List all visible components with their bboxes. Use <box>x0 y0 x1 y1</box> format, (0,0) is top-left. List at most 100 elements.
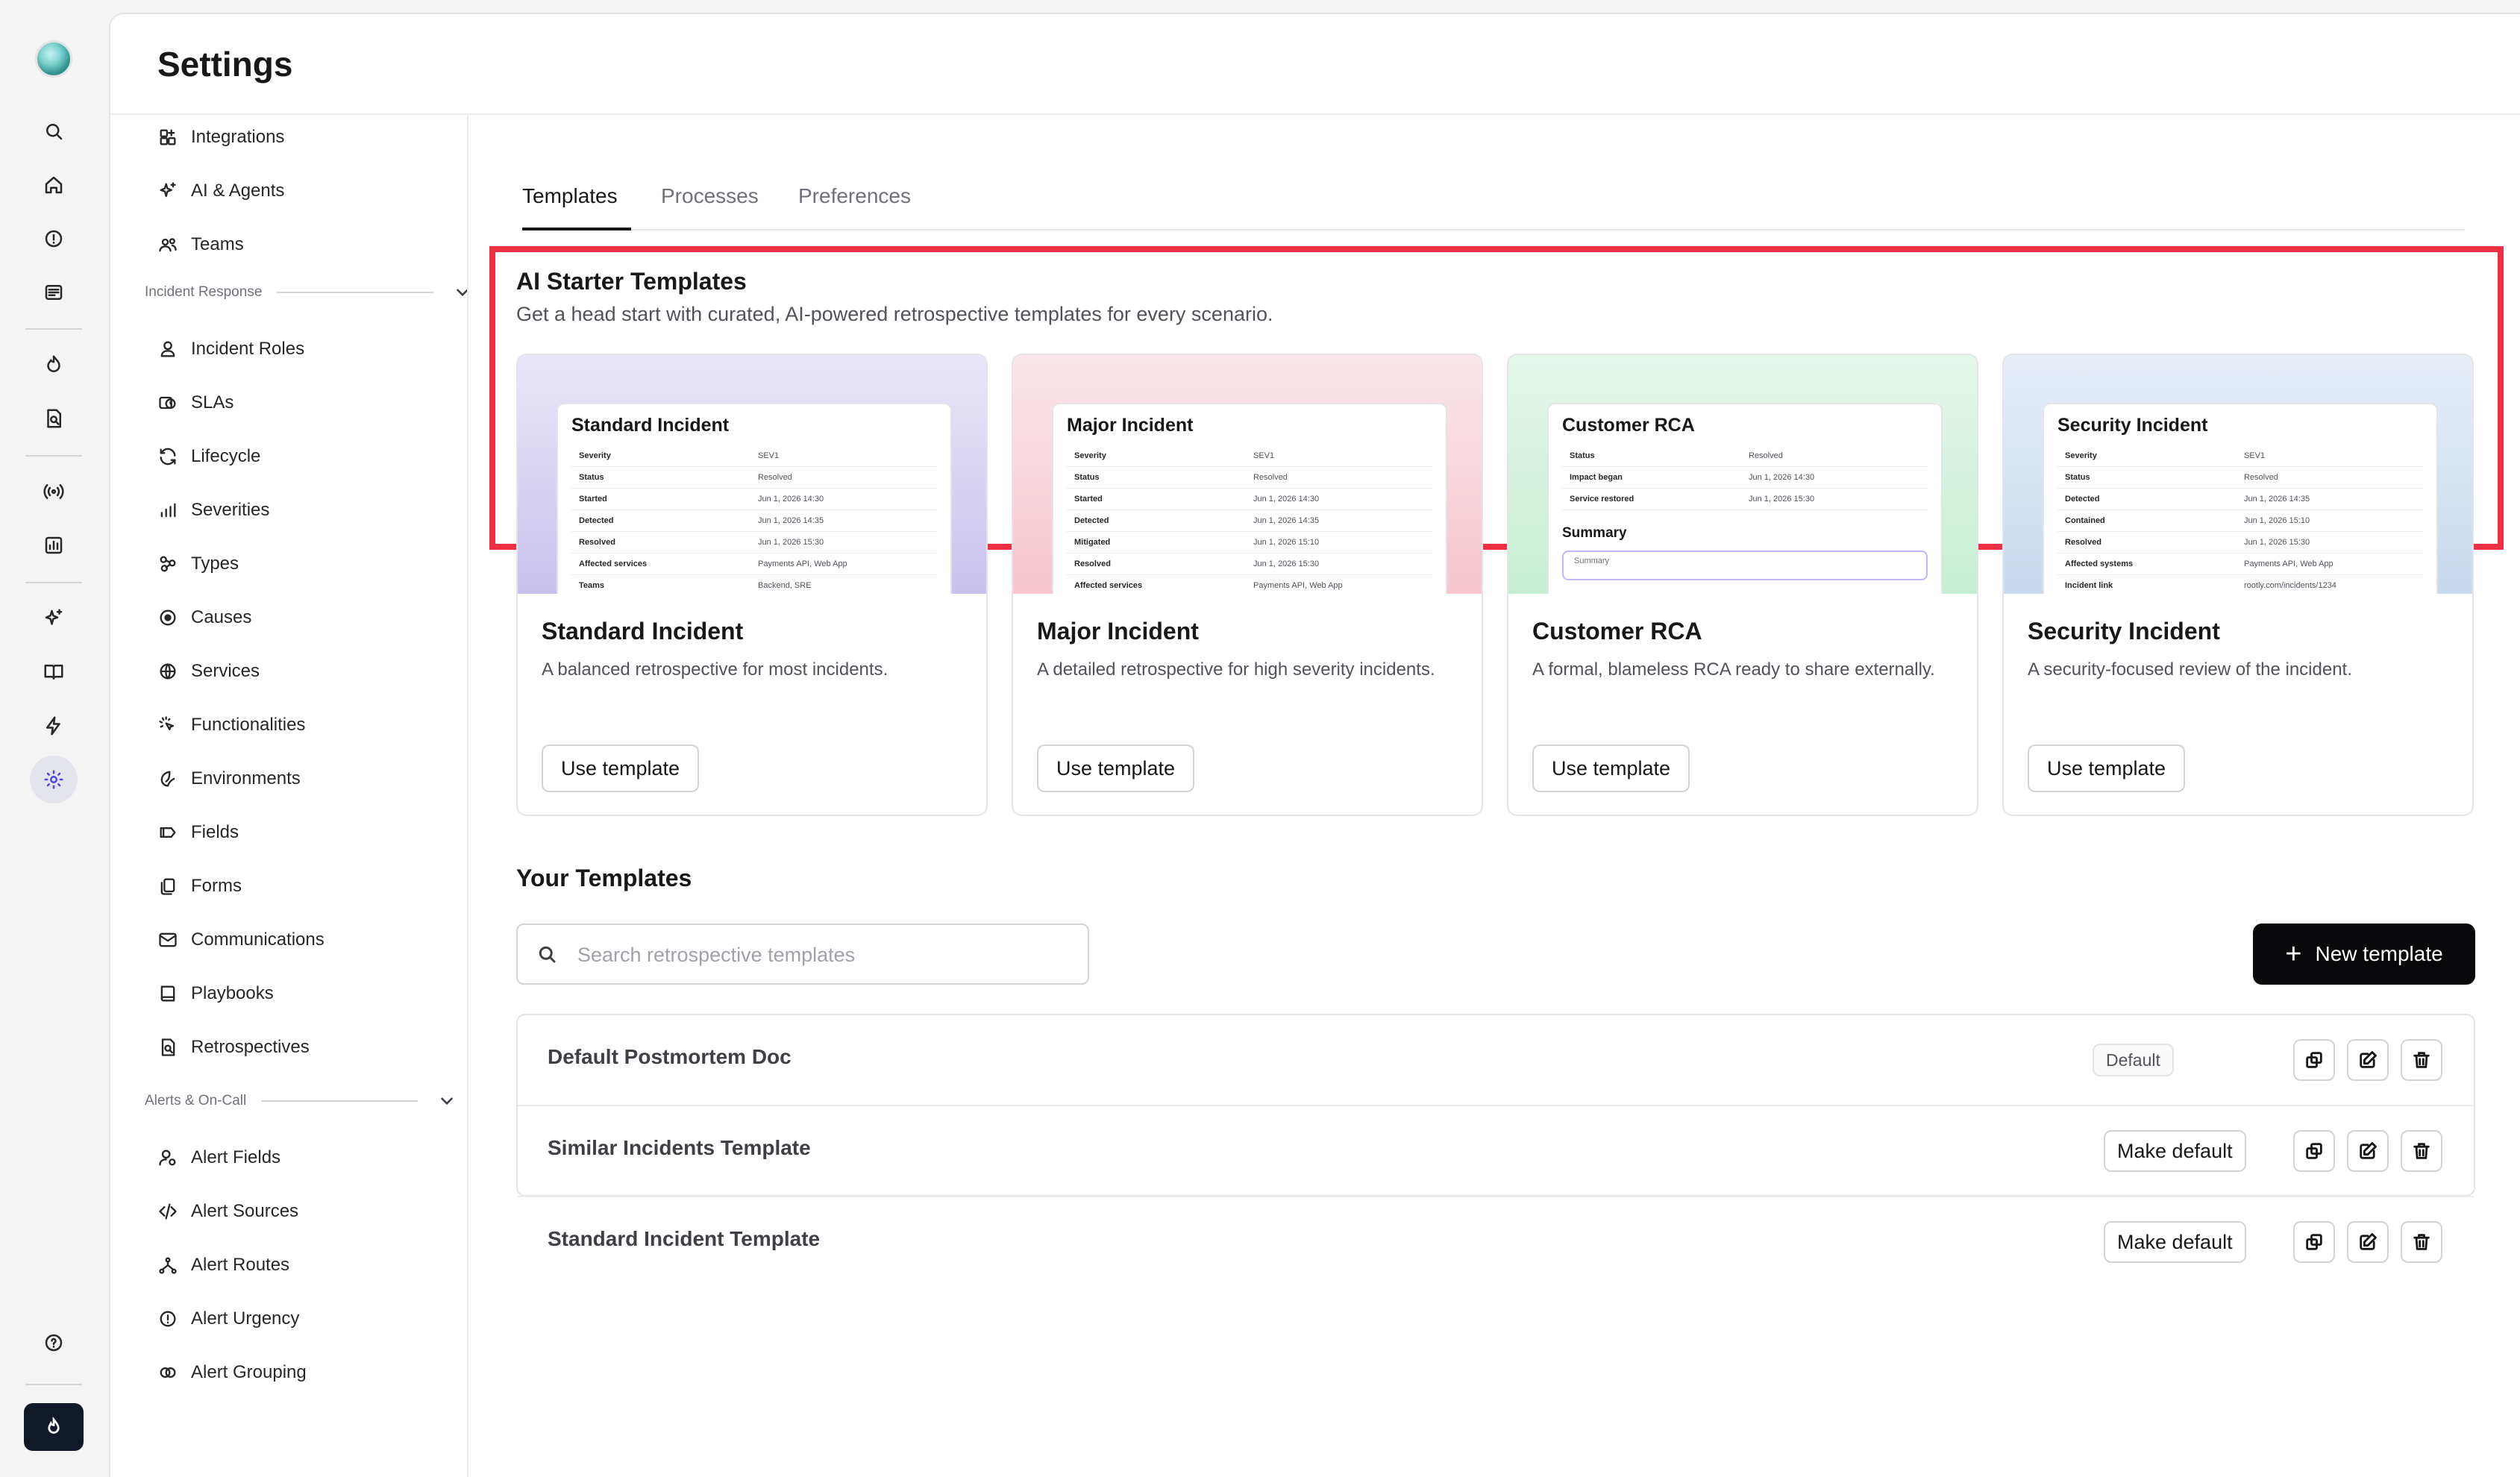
sidebar-item-lifecycle[interactable]: Lifecycle <box>155 436 467 477</box>
sidebar-item-label: Alert Sources <box>191 1201 299 1221</box>
edit-icon[interactable] <box>2347 1221 2389 1263</box>
preview-key: Service restored <box>1570 495 1634 504</box>
plus-icon: + <box>2285 938 2302 970</box>
trash-icon[interactable] <box>2401 1130 2442 1172</box>
preview-key: Started <box>579 495 607 504</box>
sidebar-section-header[interactable]: Incident Response <box>145 277 467 307</box>
preview-value: Jun 1, 2026 15:30 <box>758 538 824 547</box>
edit-icon[interactable] <box>2347 1130 2389 1172</box>
preview-summary-label: Summary <box>1562 525 1627 541</box>
sidebar-item-incident-roles[interactable]: Incident Roles <box>155 328 467 370</box>
sidebar-item-alert-sources[interactable]: Alert Sources <box>155 1191 467 1232</box>
sidebar-item-label: Alert Urgency <box>191 1308 300 1329</box>
sidebar-item-alert-grouping[interactable]: Alert Grouping <box>155 1352 467 1393</box>
sparkle-icon[interactable] <box>36 600 72 636</box>
sidebar-item-alert-fields[interactable]: Alert Fields <box>155 1137 467 1179</box>
leaf-icon <box>155 766 181 791</box>
duplicate-icon[interactable] <box>2293 1130 2335 1172</box>
sidebar-item-alert-routes[interactable]: Alert Routes <box>155 1244 467 1286</box>
sidebar-item-ai-agents[interactable]: AI & Agents <box>155 170 467 212</box>
book-icon[interactable] <box>36 654 72 690</box>
preview-row: Resolved Jun 1, 2026 15:30 <box>2057 532 2423 554</box>
list-card-icon[interactable] <box>36 275 72 310</box>
preview-row: Status Resolved <box>1067 467 1432 489</box>
lightning-icon[interactable] <box>36 708 72 744</box>
trash-icon[interactable] <box>2401 1039 2442 1081</box>
broadcast-icon[interactable] <box>36 474 72 509</box>
sidebar-item-environments[interactable]: Environments <box>155 758 467 800</box>
sidebar-item-label: Alert Routes <box>191 1255 290 1275</box>
card-description: A security-focused review of the inciden… <box>2028 659 2352 680</box>
tab-templates[interactable]: Templates <box>522 184 618 208</box>
workspace-logo[interactable] <box>35 40 72 78</box>
sidebar-item-retrospectives[interactable]: Retrospectives <box>155 1026 467 1068</box>
help-icon[interactable] <box>36 1325 72 1361</box>
sidebar-item-services[interactable]: Services <box>155 650 467 692</box>
preview-row: Started Jun 1, 2026 14:30 <box>571 489 937 510</box>
sidebar-item-alert-urgency[interactable]: Alert Urgency <box>155 1298 467 1340</box>
sidebar-item-fields[interactable]: Fields <box>155 812 467 853</box>
tab-preferences[interactable]: Preferences <box>798 184 911 208</box>
card-description: A balanced retrospective for most incide… <box>542 659 888 680</box>
use-template-button[interactable]: Use template <box>542 744 700 792</box>
search-icon <box>536 943 560 967</box>
search-input[interactable] <box>577 940 1055 970</box>
use-template-button[interactable]: Use template <box>2028 744 2186 792</box>
preview-value: Resolved <box>758 473 792 482</box>
table-row[interactable]: Similar Incidents Template Make default <box>518 1106 2474 1197</box>
sidebar-item-label: Functionalities <box>191 715 306 735</box>
preview-value: Jun 1, 2026 14:30 <box>1749 473 1815 482</box>
user-cog-icon <box>155 1145 181 1170</box>
use-template-button[interactable]: Use template <box>1037 744 1195 792</box>
sidebar-item-communications[interactable]: Communications <box>155 919 467 961</box>
retrospective-doc-icon[interactable] <box>36 401 72 436</box>
search-icon[interactable] <box>36 113 72 149</box>
chevron-down-icon <box>437 1091 457 1111</box>
preview-value: Jun 1, 2026 15:10 <box>2244 516 2310 525</box>
make-default-button[interactable]: Make default <box>2104 1130 2246 1172</box>
duplicate-icon[interactable] <box>2293 1221 2335 1263</box>
preview-value: Payments API, Web App <box>2244 559 2333 568</box>
gear-icon[interactable] <box>30 756 78 803</box>
tab-processes[interactable]: Processes <box>661 184 759 208</box>
icon-rail <box>0 0 107 1477</box>
sidebar-section-header[interactable]: Alerts & On-Call <box>145 1086 467 1116</box>
sidebar-item-forms[interactable]: Forms <box>155 865 467 907</box>
make-default-button[interactable]: Make default <box>2104 1221 2246 1263</box>
table-row[interactable]: Standard Incident Template Make default <box>518 1197 2474 1288</box>
incident-shield-icon[interactable] <box>36 221 72 257</box>
rail-divider <box>25 328 82 330</box>
table-row[interactable]: Default Postmortem Doc Default <box>518 1015 2474 1106</box>
logo-flame-icon[interactable] <box>24 1403 84 1451</box>
preview-row: Detected Jun 1, 2026 14:35 <box>571 510 937 532</box>
edit-icon[interactable] <box>2347 1039 2389 1081</box>
sidebar-item-playbooks[interactable]: Playbooks <box>155 973 467 1015</box>
new-template-button[interactable]: + New template <box>2253 923 2475 985</box>
sidebar-item-slas[interactable]: SLAs <box>155 382 467 424</box>
card-title: Customer RCA <box>1532 618 1702 645</box>
trash-icon[interactable] <box>2401 1221 2442 1263</box>
section-divider <box>261 1100 419 1102</box>
sidebar-item-teams[interactable]: Teams <box>155 224 467 266</box>
sidebar-item-functionalities[interactable]: Functionalities <box>155 704 467 746</box>
use-template-button[interactable]: Use template <box>1532 744 1690 792</box>
sidebar-item-types[interactable]: Types <box>155 543 467 585</box>
target-icon <box>155 605 181 630</box>
preview-row: Affected services Payments API, Web App <box>1067 575 1432 594</box>
home-icon[interactable] <box>36 167 72 203</box>
sidebar-item-integrations[interactable]: Integrations <box>155 116 467 158</box>
preview-key: Status <box>1074 473 1100 482</box>
chart-icon[interactable] <box>36 527 72 563</box>
duplicate-icon[interactable] <box>2293 1039 2335 1081</box>
sidebar-item-causes[interactable]: Causes <box>155 597 467 639</box>
starter-template-card: Standard Incident Severity SEV1 Status Resol… <box>516 354 988 816</box>
group-icon <box>155 1360 181 1385</box>
preview-value: Resolved <box>2244 473 2278 482</box>
preview-row: Detected Jun 1, 2026 14:35 <box>1067 510 1432 532</box>
sidebar-item-severities[interactable]: Severities <box>155 489 467 531</box>
sidebar-item-label: Forms <box>191 876 242 896</box>
preview-key: Contained <box>2065 516 2105 525</box>
refresh-icon <box>155 444 181 469</box>
preview-document: Security Incident Severity SEV1 Status Resol… <box>2043 403 2438 594</box>
fire-icon[interactable] <box>36 347 72 383</box>
